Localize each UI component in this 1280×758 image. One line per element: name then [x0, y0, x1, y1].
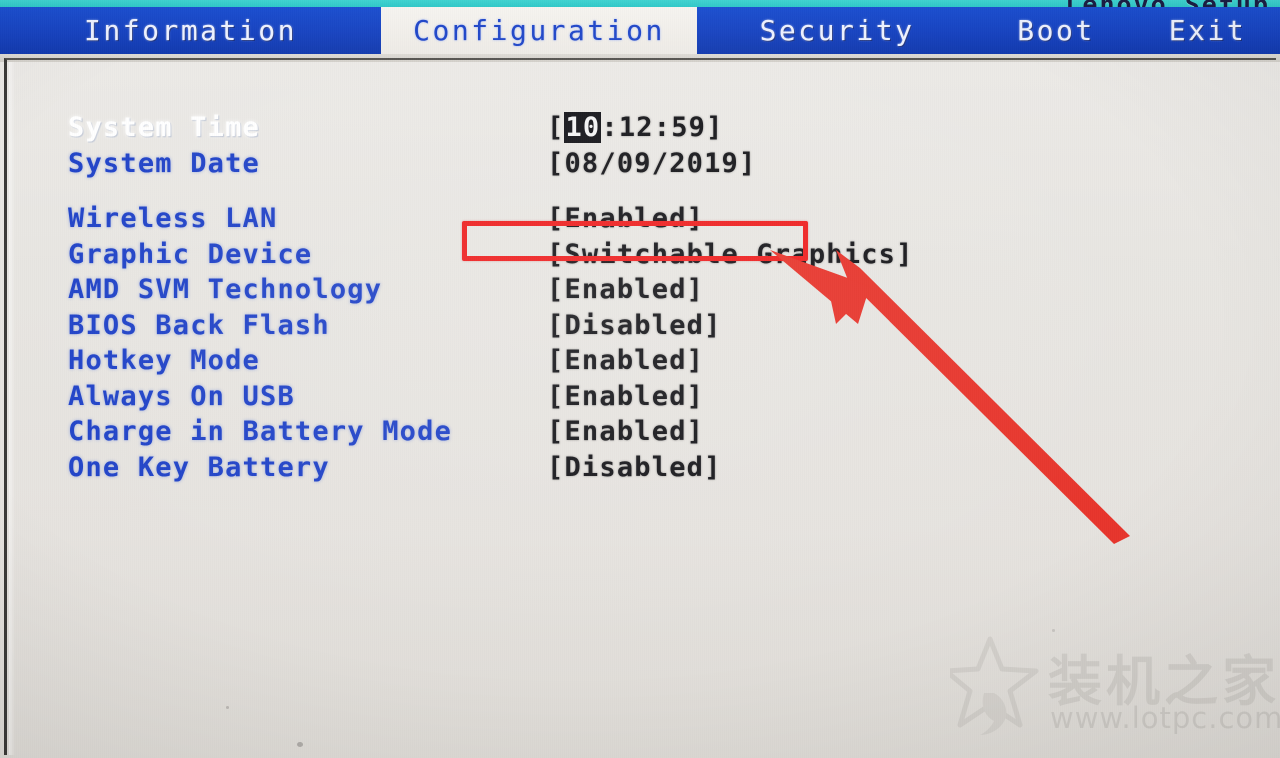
- setting-row[interactable]: BIOS Back Flash [Disabled]: [0, 310, 1280, 344]
- setting-label: One Key Battery: [68, 451, 330, 483]
- setting-value[interactable]: [Enabled]: [547, 274, 704, 305]
- setting-value[interactable]: [10:12:59]: [547, 112, 724, 143]
- setting-row[interactable]: AMD SVM Technology [Enabled]: [0, 274, 1280, 308]
- setting-value[interactable]: [Enabled]: [547, 381, 704, 412]
- setting-value-selected-field[interactable]: 10: [564, 112, 602, 143]
- setting-value[interactable]: [Disabled]: [547, 310, 722, 341]
- setting-label: BIOS Back Flash: [68, 309, 330, 341]
- dust-speck: [226, 706, 229, 709]
- setting-label: Always On USB: [68, 380, 295, 412]
- setting-value[interactable]: [08/09/2019]: [547, 148, 756, 179]
- annotation-highlight-box: [462, 221, 808, 261]
- setting-label: Hotkey Mode: [68, 345, 261, 376]
- setting-value[interactable]: [Disabled]: [547, 452, 722, 483]
- setting-label: Wireless LAN: [68, 203, 278, 234]
- setting-label: AMD SVM Technology: [68, 274, 383, 305]
- setting-value[interactable]: [Enabled]: [547, 345, 704, 376]
- setting-value[interactable]: [Enabled]: [547, 416, 704, 447]
- setting-row[interactable]: One Key Battery [Disabled]: [0, 452, 1280, 486]
- setting-row[interactable]: Charge in Battery Mode [Enabled]: [0, 416, 1280, 450]
- setting-row[interactable]: System Date [08/09/2019]: [0, 148, 1280, 182]
- setting-value-suffix: :12:59]: [601, 112, 724, 143]
- setting-label: Graphic Device: [68, 238, 313, 270]
- setting-row[interactable]: Always On USB [Enabled]: [0, 381, 1280, 415]
- dust-speck: [1052, 629, 1055, 632]
- setting-label: System Time: [68, 112, 261, 143]
- setting-row[interactable]: Hotkey Mode [Enabled]: [0, 345, 1280, 379]
- setting-label: Charge in Battery Mode: [68, 416, 453, 447]
- setting-row[interactable]: System Time [10:12:59]: [0, 112, 1280, 146]
- settings-list: System Time [10:12:59] System Date [08/09/2…: [0, 0, 1280, 758]
- dust-speck: [297, 742, 303, 747]
- bios-setup-screen: Lenovo Setup Information Configuration S…: [0, 0, 1280, 758]
- setting-value-prefix: [: [547, 112, 565, 143]
- setting-label: System Date: [68, 147, 261, 179]
